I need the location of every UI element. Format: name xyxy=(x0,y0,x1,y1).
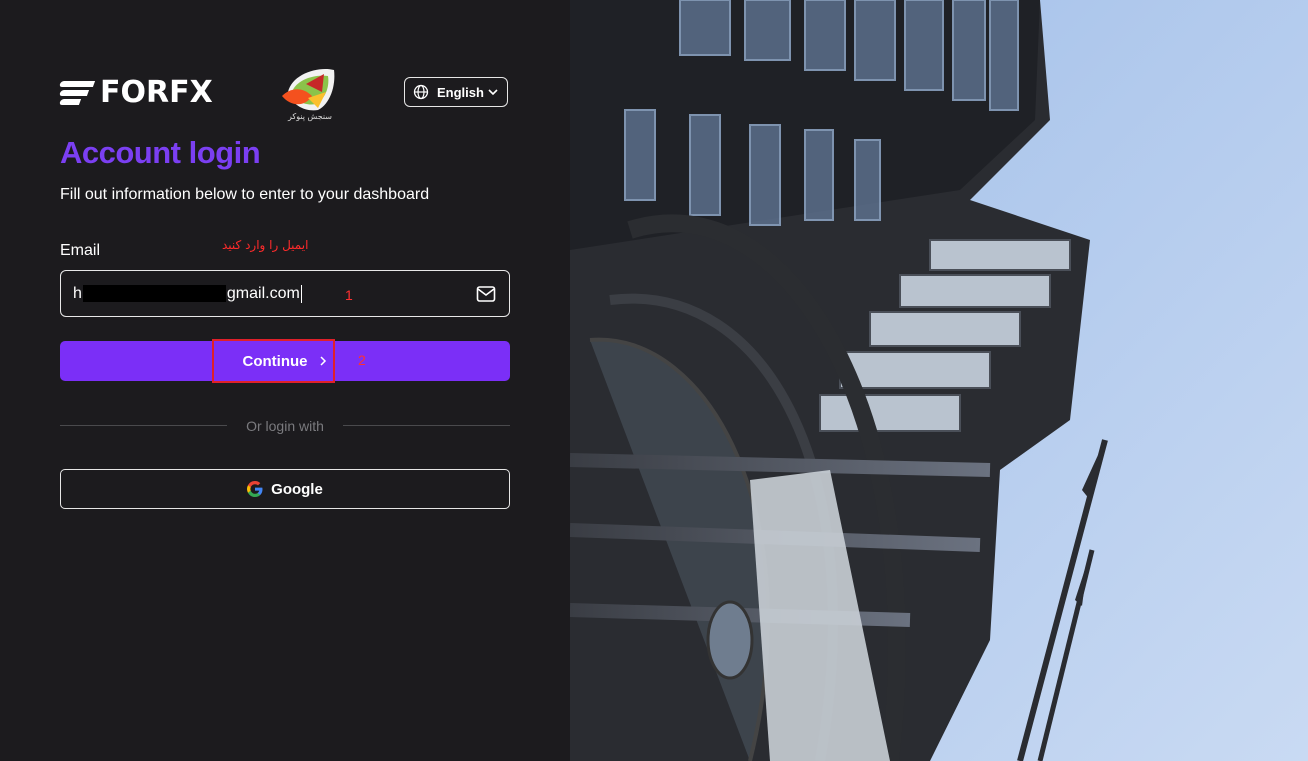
annotation-highlight-box xyxy=(212,339,335,383)
background-photo xyxy=(570,0,1308,761)
text-caret xyxy=(300,284,302,303)
step-1-marker: 1 xyxy=(345,287,353,303)
mail-icon xyxy=(476,286,496,302)
divider-text: Or login with xyxy=(246,418,324,434)
globe-icon xyxy=(413,84,429,100)
language-label: English xyxy=(437,84,484,100)
chevron-down-icon xyxy=(488,89,498,96)
divider-right xyxy=(343,425,510,426)
building-photo xyxy=(570,0,1308,761)
step-2-marker: 2 xyxy=(358,352,366,368)
partner-caption: سنجش پنوکر xyxy=(287,112,333,121)
page-title: Account login xyxy=(60,135,261,170)
forfx-logo-mark xyxy=(58,79,96,107)
google-login-button[interactable]: Google xyxy=(60,469,510,509)
divider-left xyxy=(60,425,227,426)
forfx-logo: FORFX xyxy=(58,75,213,110)
login-panel: FORFX سنجش پنوکر English Account login F… xyxy=(0,0,570,761)
email-value-prefix: h xyxy=(73,284,82,302)
google-icon xyxy=(247,481,263,497)
email-value-suffix: gmail.com xyxy=(226,284,300,302)
page-subtitle: Fill out information below to enter to y… xyxy=(60,186,430,203)
email-field[interactable]: h gmail.com xyxy=(60,270,510,317)
google-label: Google xyxy=(271,480,323,498)
annotation-hint: ایمیل را وارد کنید xyxy=(222,238,309,252)
language-selector[interactable]: English xyxy=(404,77,508,107)
email-value[interactable]: h gmail.com xyxy=(73,284,302,303)
email-label: Email xyxy=(60,242,101,259)
brand-name: FORFX xyxy=(100,75,213,110)
redaction-bar xyxy=(82,285,226,302)
